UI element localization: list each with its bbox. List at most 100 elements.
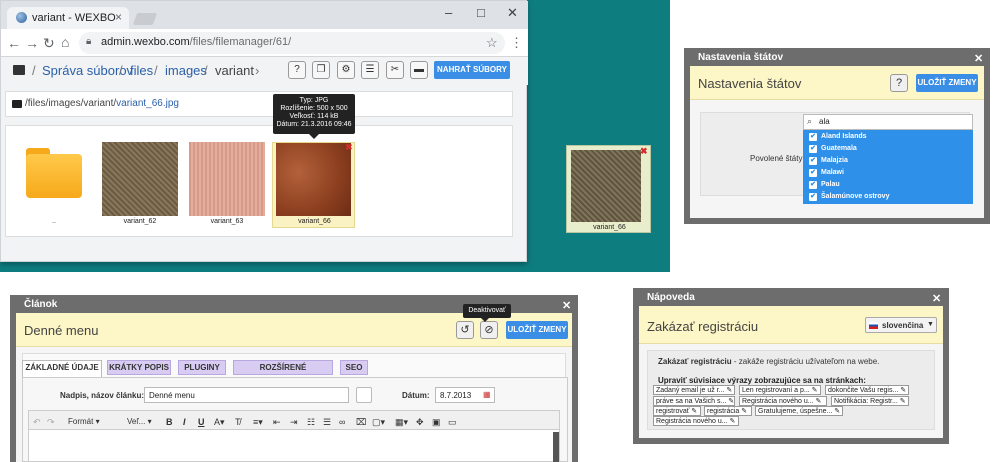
numbered-list-icon[interactable]: ☷ — [307, 417, 315, 428]
parent-folder-icon[interactable] — [26, 154, 82, 198]
save-button[interactable]: ULOŽIŤ ZMENY — [916, 74, 978, 92]
dialog-title-bar: Zakázať registráciu slovenčina ▼ — [639, 306, 943, 344]
phrase-chip[interactable]: práve sa na Vašich s... ✎ — [653, 396, 735, 406]
chevron-right-icon: › — [255, 63, 260, 78]
file-thumbnail[interactable] — [276, 143, 351, 216]
bullet-list-icon[interactable]: ☰ — [323, 417, 331, 428]
checkbox-checked-icon[interactable]: ✔ — [809, 193, 817, 201]
tab-seo[interactable]: SEO — [340, 360, 368, 375]
phrase-chip[interactable]: Len registrovaní a p... ✎ — [739, 385, 821, 395]
checkbox-checked-icon[interactable]: ✔ — [809, 181, 817, 189]
phrase-chip[interactable]: registrácia ✎ — [704, 406, 752, 416]
list-item[interactable]: ✔ Palau — [807, 179, 967, 191]
color-picker[interactable] — [356, 387, 372, 403]
breadcrumb-item[interactable]: files — [130, 63, 153, 78]
history-icon[interactable]: ↺ — [456, 321, 474, 339]
tools-button[interactable]: ✂ — [386, 61, 404, 79]
help-button[interactable]: ? — [890, 74, 908, 92]
undo-icon[interactable]: ↶ — [33, 417, 41, 428]
outdent-icon[interactable]: ⇤ — [273, 417, 281, 428]
format-select[interactable]: Formát ▾ — [68, 417, 100, 426]
table-icon[interactable]: ▦▾ — [395, 417, 408, 428]
breadcrumb-item[interactable]: images — [165, 63, 207, 78]
help-button[interactable]: ? — [288, 61, 306, 79]
unlink-icon[interactable]: ⌧ — [356, 417, 366, 428]
tab-short-desc[interactable]: KRÁTKY POPIS — [107, 360, 171, 375]
checkbox-checked-icon[interactable]: ✔ — [809, 145, 817, 153]
clear-format-icon[interactable]: T̸ — [235, 417, 241, 427]
dialog-close-icon[interactable]: ✕ — [562, 299, 571, 312]
image-icon[interactable]: ▣ — [432, 417, 441, 428]
list-item[interactable]: ✔ Guatemala — [807, 143, 967, 155]
link-icon[interactable]: ∞ — [339, 417, 345, 427]
redo-icon[interactable]: ↷ — [47, 417, 55, 428]
selected-file-item[interactable]: ✖ variant_66 — [272, 142, 355, 228]
path-file-link[interactable]: variant_66.jpg — [116, 98, 179, 109]
paste-icon[interactable]: ▢▾ — [372, 417, 385, 428]
phrase-chip[interactable]: Registrácia nového u... ✎ — [739, 396, 827, 406]
file-thumbnail[interactable] — [189, 142, 265, 216]
folder-download-icon[interactable] — [13, 65, 25, 75]
phrase-chip[interactable]: Notifikácia: Registr... ✎ — [831, 396, 909, 406]
list-item[interactable]: ✔ Malawi — [807, 167, 967, 179]
indent-icon[interactable]: ⇥ — [290, 417, 298, 428]
date-input[interactable]: 8.7.2013 ▦ — [435, 387, 495, 403]
phrase-chip[interactable]: registrovať ✎ — [653, 406, 701, 416]
scrollbar[interactable] — [553, 432, 559, 462]
new-folder-button[interactable]: ▬ — [410, 61, 428, 79]
language-select[interactable]: slovenčina ▼ — [865, 317, 937, 333]
phrase-chip[interactable]: Registrácia nového u... ✎ — [653, 416, 739, 426]
file-thumbnail[interactable] — [102, 142, 178, 216]
checkbox-checked-icon[interactable]: ✔ — [809, 133, 817, 141]
calendar-icon[interactable]: ▦ — [483, 390, 491, 399]
bookmark-star-icon[interactable]: ☆ — [486, 35, 498, 51]
delete-x-icon[interactable]: ✖ — [640, 146, 648, 157]
list-view-button[interactable]: ☰ — [361, 61, 379, 79]
upload-files-button[interactable]: NAHRAŤ SÚBORY — [434, 61, 510, 79]
minimize-icon[interactable]: – — [445, 5, 452, 20]
reload-icon[interactable]: ↻ — [43, 35, 55, 52]
editor-content-area[interactable] — [28, 430, 560, 462]
phrase-chip[interactable]: Zadaný email je už r... ✎ — [653, 385, 735, 395]
move-icon[interactable]: ✥ — [416, 417, 424, 428]
list-item[interactable]: ✔ Aland Islands — [807, 131, 967, 143]
dialog-close-icon[interactable]: ✕ — [974, 52, 983, 65]
dragged-file-item[interactable]: ✖ variant_66 — [566, 145, 651, 233]
states-search-input[interactable]: ⌕ ala — [803, 114, 973, 130]
underline-icon[interactable]: U — [198, 417, 205, 427]
window-close-icon[interactable]: ✕ — [507, 5, 518, 21]
media-icon[interactable]: ▭ — [448, 417, 457, 428]
article-name-input[interactable]: Denné menu — [144, 387, 349, 403]
dialog-header: Nápoveda ✕ — [639, 288, 943, 306]
tab-basic-info[interactable]: ZÁKLADNÉ ÚDAJE — [22, 360, 102, 377]
url-input[interactable]: 🔒︎ admin.wexbo.com/files/filemanager/61/… — [79, 32, 505, 54]
copy-button[interactable]: ❐ — [312, 61, 330, 79]
home-icon[interactable]: ⌂ — [61, 34, 69, 50]
checkbox-checked-icon[interactable]: ✔ — [809, 157, 817, 165]
italic-icon[interactable]: I — [183, 417, 186, 427]
menu-kebab-icon[interactable]: ⋮ — [510, 35, 523, 51]
settings-gear-icon[interactable]: ⚙ — [337, 61, 355, 79]
tab-close-icon[interactable]: × — [115, 10, 122, 24]
align-icon[interactable]: ≡▾ — [253, 417, 263, 428]
bold-icon[interactable]: B — [166, 417, 173, 427]
browser-tab[interactable]: variant - WEXBO × — [7, 7, 129, 29]
back-arrow-icon[interactable]: ← — [7, 35, 21, 51]
phrase-chip[interactable]: Gratulujeme, úspešne... ✎ — [755, 406, 843, 416]
list-item[interactable]: ✔ Šalamúnove ostrovy — [807, 191, 967, 203]
dialog-header-title: Nápoveda — [647, 292, 695, 303]
tab-advanced-settings[interactable]: ROZŠÍRENÉ NASTAVENIA — [233, 360, 333, 385]
dialog-close-icon[interactable]: ✕ — [932, 292, 941, 305]
maximize-icon[interactable]: □ — [477, 5, 485, 20]
text-color-icon[interactable]: A▾ — [214, 417, 225, 428]
forward-arrow-icon[interactable]: → — [25, 35, 39, 51]
list-item[interactable]: ✔ Malajzia — [807, 155, 967, 167]
tab-plugins[interactable]: PLUGINY — [178, 360, 226, 375]
new-tab-button[interactable] — [132, 13, 158, 25]
font-size-select[interactable]: Veľ... ▾ — [127, 417, 152, 426]
save-button[interactable]: ULOŽIŤ ZMENY — [506, 321, 568, 339]
checkbox-checked-icon[interactable]: ✔ — [809, 169, 817, 177]
phrase-chip[interactable]: dokončite Vašu regis... ✎ — [825, 385, 909, 395]
deactivate-icon[interactable]: ⊘ — [480, 321, 498, 339]
delete-x-icon[interactable]: ✖ — [345, 142, 353, 153]
